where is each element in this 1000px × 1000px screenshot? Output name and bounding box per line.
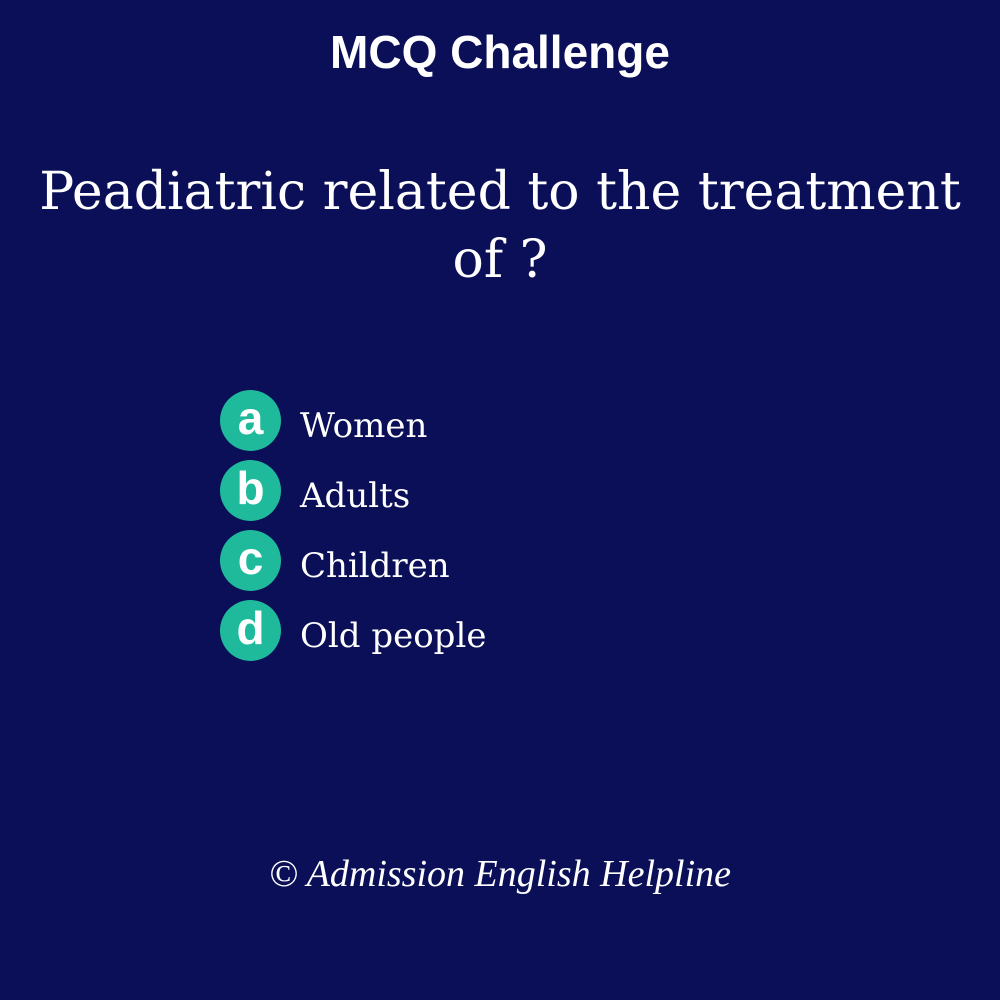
question-text: Peadiatric related to the treatment of ? — [39, 162, 961, 290]
option-c-badge: c — [220, 530, 281, 591]
option-d-text: Old people — [300, 616, 487, 656]
option-a[interactable]: a Women — [220, 390, 720, 460]
option-b[interactable]: b Adults — [220, 460, 720, 530]
option-c-text: Children — [300, 546, 450, 586]
option-d[interactable]: d Old people — [220, 600, 720, 670]
page-title: MCQ Challenge — [330, 26, 670, 78]
option-d-badge: d — [220, 600, 281, 661]
option-c[interactable]: c Children — [220, 530, 720, 600]
copyright-footer: © Admission English Helpline — [269, 853, 731, 895]
options-list: a Women b Adults c Children d Old people — [220, 390, 720, 670]
option-b-text: Adults — [300, 476, 411, 516]
option-b-badge: b — [220, 460, 281, 521]
option-a-text: Women — [300, 406, 428, 446]
option-a-badge: a — [220, 390, 281, 451]
